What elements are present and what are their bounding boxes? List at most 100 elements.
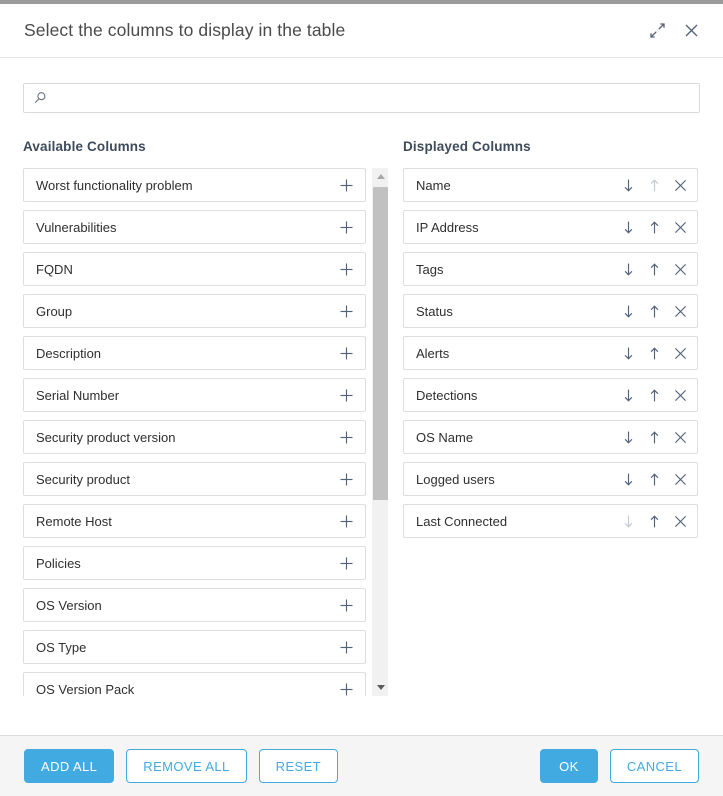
plus-icon[interactable] <box>331 254 361 284</box>
available-row-actions <box>331 380 361 410</box>
displayed-row-actions <box>615 380 693 410</box>
plus-icon[interactable] <box>331 548 361 578</box>
arrow-down-icon[interactable] <box>615 296 641 326</box>
plus-icon[interactable] <box>331 338 361 368</box>
reset-button[interactable]: RESET <box>258 749 338 783</box>
available-column-label: OS Version <box>36 597 102 613</box>
arrow-down-icon[interactable] <box>615 380 641 410</box>
close-icon[interactable] <box>667 212 693 242</box>
plus-icon[interactable] <box>331 296 361 326</box>
available-row-actions <box>331 254 361 284</box>
close-icon[interactable] <box>667 422 693 452</box>
displayed-column-label: Detections <box>416 387 478 403</box>
displayed-column-label: Status <box>416 303 453 319</box>
plus-icon[interactable] <box>331 212 361 242</box>
close-icon[interactable] <box>667 338 693 368</box>
search-box[interactable] <box>23 83 700 113</box>
available-row-actions <box>331 674 361 696</box>
available-column-label: OS Version Pack <box>36 681 135 697</box>
close-icon[interactable] <box>667 380 693 410</box>
column-selector-dialog: Select the columns to display in the tab… <box>0 0 723 796</box>
available-columns-scrollarea[interactable]: Worst functionality problem Vulnerabiliti… <box>18 168 366 696</box>
available-column-row[interactable]: Security product <box>23 462 366 496</box>
arrow-down-icon[interactable] <box>615 422 641 452</box>
displayed-column-row[interactable]: Tags <box>403 252 698 286</box>
available-column-row[interactable]: Policies <box>23 546 366 580</box>
plus-icon[interactable] <box>331 632 361 662</box>
displayed-column-row[interactable]: Logged users <box>403 462 698 496</box>
available-column-row[interactable]: Serial Number <box>23 378 366 412</box>
scrollbar-thumb[interactable] <box>373 187 388 500</box>
displayed-column-label: Name <box>416 177 451 193</box>
arrow-up-icon[interactable] <box>641 506 667 536</box>
search-input[interactable] <box>54 85 691 111</box>
cancel-button[interactable]: CANCEL <box>609 749 699 783</box>
arrow-down-icon[interactable] <box>615 170 641 200</box>
displayed-column-row[interactable]: Status <box>403 294 698 328</box>
displayed-columns-viewport: Name IP Address Tags Status Alerts Detections… <box>398 168 698 696</box>
plus-icon[interactable] <box>331 590 361 620</box>
arrow-up-icon[interactable] <box>641 464 667 494</box>
available-column-row[interactable]: OS Version Pack <box>23 672 366 696</box>
available-row-actions <box>331 296 361 326</box>
arrow-up-icon[interactable] <box>641 254 667 284</box>
close-icon[interactable] <box>667 464 693 494</box>
close-icon[interactable] <box>667 170 693 200</box>
plus-icon[interactable] <box>331 674 361 696</box>
search-icon <box>32 90 48 106</box>
displayed-column-row[interactable]: Name <box>403 168 698 202</box>
available-column-row[interactable]: Security product version <box>23 420 366 454</box>
available-column-row[interactable]: Group <box>23 294 366 328</box>
available-column-row[interactable]: Worst functionality problem <box>23 168 366 202</box>
displayed-column-row[interactable]: IP Address <box>403 210 698 244</box>
close-icon[interactable] <box>677 17 705 45</box>
available-column-label: FQDN <box>36 261 73 277</box>
available-column-row[interactable]: OS Type <box>23 630 366 664</box>
available-column-label: Security product <box>36 471 130 487</box>
available-column-row[interactable]: Remote Host <box>23 504 366 538</box>
plus-icon[interactable] <box>331 170 361 200</box>
available-column-row[interactable]: Description <box>23 336 366 370</box>
ok-button[interactable]: OK <box>539 749 598 783</box>
arrow-up-icon[interactable] <box>641 212 667 242</box>
close-icon[interactable] <box>667 296 693 326</box>
plus-icon[interactable] <box>331 380 361 410</box>
plus-icon[interactable] <box>331 422 361 452</box>
arrow-up-icon[interactable] <box>641 296 667 326</box>
arrow-down-icon[interactable] <box>615 254 641 284</box>
displayed-column-row[interactable]: Alerts <box>403 336 698 370</box>
available-column-row[interactable]: OS Version <box>23 588 366 622</box>
displayed-row-actions <box>615 506 693 536</box>
arrow-down-icon[interactable] <box>615 338 641 368</box>
displayed-column-row[interactable]: OS Name <box>403 420 698 454</box>
close-icon[interactable] <box>667 254 693 284</box>
available-column-row[interactable]: FQDN <box>23 252 366 286</box>
available-columns-scrollbar[interactable] <box>371 168 388 696</box>
displayed-column-row[interactable]: Last Connected <box>403 504 698 538</box>
displayed-columns-list: Name IP Address Tags Status Alerts Detections… <box>398 168 698 538</box>
add-all-button[interactable]: ADD ALL <box>24 749 115 783</box>
displayed-column-row[interactable]: Detections <box>403 378 698 412</box>
remove-all-button[interactable]: REMOVE ALL <box>126 749 247 783</box>
displayed-row-actions <box>615 254 693 284</box>
arrow-down-icon[interactable] <box>615 212 641 242</box>
plus-icon[interactable] <box>331 464 361 494</box>
displayed-columns-heading: Displayed Columns <box>403 139 531 154</box>
available-column-label: Serial Number <box>36 387 120 403</box>
available-column-row[interactable]: Vulnerabilities <box>23 210 366 244</box>
arrow-up-icon[interactable] <box>641 422 667 452</box>
scroll-down-arrow-icon[interactable] <box>372 679 388 696</box>
arrow-up-icon <box>641 170 667 200</box>
scroll-up-arrow-icon[interactable] <box>372 168 388 185</box>
expand-icon[interactable] <box>643 17 671 45</box>
arrow-up-icon[interactable] <box>641 338 667 368</box>
close-icon[interactable] <box>667 506 693 536</box>
available-columns-panel: Available Columns Worst functionality pr… <box>18 139 388 696</box>
arrow-up-icon[interactable] <box>641 380 667 410</box>
plus-icon[interactable] <box>331 506 361 536</box>
available-columns-list: Worst functionality problem Vulnerabiliti… <box>18 168 366 696</box>
dialog-title: Select the columns to display in the tab… <box>24 20 346 40</box>
arrow-down-icon[interactable] <box>615 464 641 494</box>
available-column-label: OS Type <box>36 639 87 655</box>
available-column-label: Remote Host <box>36 513 112 529</box>
